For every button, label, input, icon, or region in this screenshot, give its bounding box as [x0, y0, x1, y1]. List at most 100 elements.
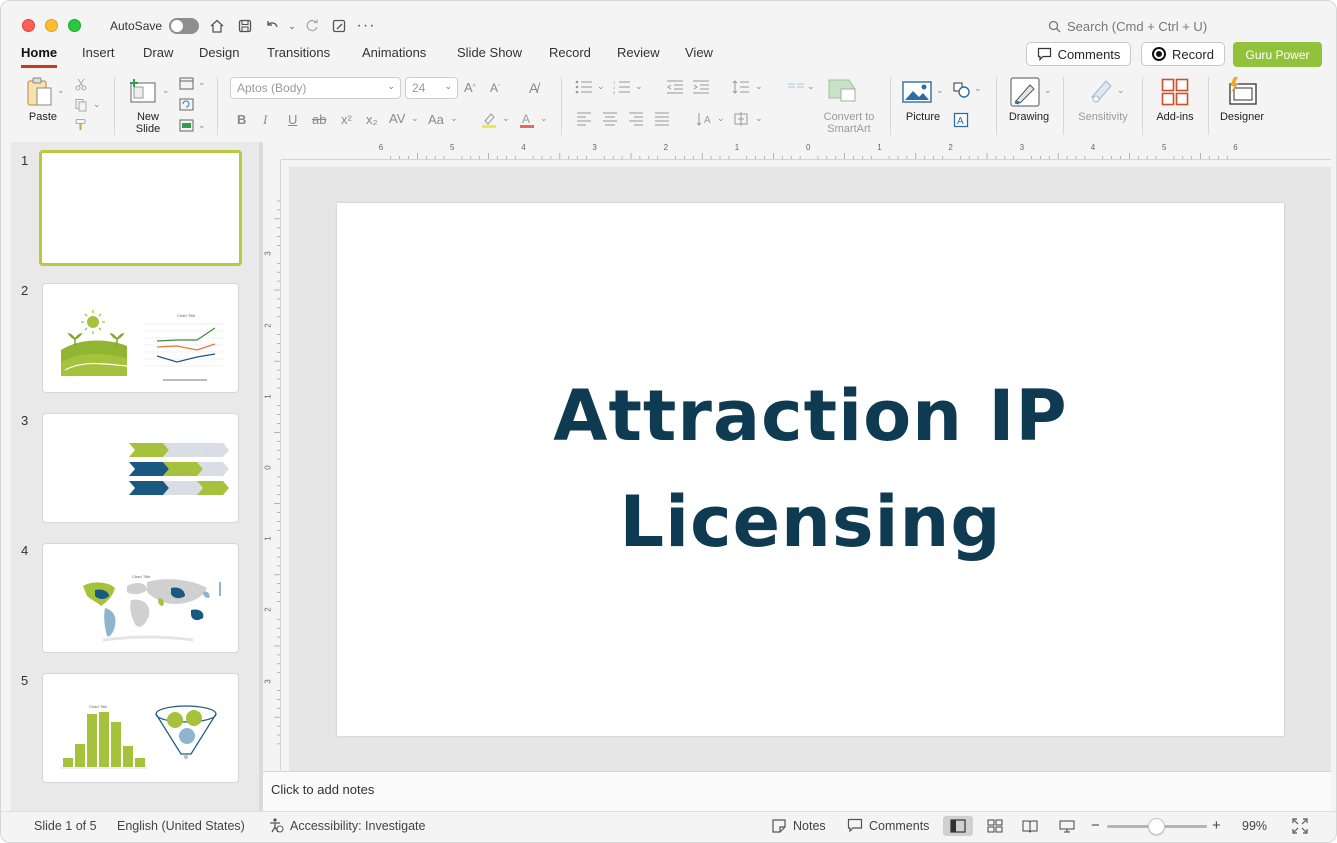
picture-icon[interactable]: [901, 78, 933, 106]
slide-sorter-button[interactable]: [980, 816, 1010, 836]
superscript-icon[interactable]: x²: [341, 112, 352, 127]
bullets-icon[interactable]: [575, 80, 593, 94]
tab-review[interactable]: Review: [617, 45, 660, 65]
align-left-icon[interactable]: [576, 112, 592, 126]
align-center-icon[interactable]: [602, 112, 618, 126]
notes-icon[interactable]: [771, 818, 787, 836]
slide-thumbnail-4[interactable]: Chart Title: [42, 543, 239, 653]
chevron-down-icon[interactable]: ⌄: [717, 113, 725, 124]
slide-thumbnails-pane[interactable]: 1 2 Chart Title 3 4 Chart Title 5 Chart …: [11, 142, 259, 811]
copy-icon[interactable]: [73, 97, 89, 113]
justify-icon[interactable]: [654, 112, 670, 126]
slide-thumbnail-3[interactable]: [42, 413, 239, 523]
chevron-down-icon[interactable]: ⌄: [597, 81, 605, 92]
tab-draw[interactable]: Draw: [143, 45, 173, 65]
autosave-toggle[interactable]: [169, 18, 199, 34]
notes-pane[interactable]: Click to add notes: [263, 771, 1331, 811]
accessibility-status[interactable]: Accessibility: Investigate: [290, 819, 425, 833]
notes-toggle[interactable]: Notes: [793, 819, 826, 833]
comments-button[interactable]: Comments: [1026, 42, 1131, 66]
font-name-select[interactable]: Aptos (Body) ⌄: [230, 77, 401, 99]
search-box[interactable]: Search (Cmd + Ctrl + U): [1048, 19, 1207, 34]
layout-icon[interactable]: [178, 76, 194, 90]
close-window-button[interactable]: [22, 19, 35, 32]
new-slide-icon[interactable]: [127, 75, 159, 107]
sensitivity-dropdown-icon[interactable]: ⌄: [1117, 85, 1125, 96]
chevron-down-icon[interactable]: ⌄: [411, 113, 419, 124]
new-slide-dropdown-icon[interactable]: ⌄: [162, 85, 170, 96]
tab-home[interactable]: Home: [21, 45, 58, 68]
tab-transitions[interactable]: Transitions: [267, 45, 330, 65]
chevron-down-icon[interactable]: ⌄: [635, 81, 643, 92]
tab-design[interactable]: Design: [199, 45, 239, 65]
bold-icon[interactable]: B: [237, 112, 246, 127]
chevron-down-icon[interactable]: ⌄: [807, 81, 815, 92]
comments-icon[interactable]: [847, 818, 863, 836]
highlight-icon[interactable]: [481, 111, 497, 129]
maximize-window-button[interactable]: [68, 19, 81, 32]
tab-slide-show[interactable]: Slide Show: [457, 45, 522, 65]
smartart-icon[interactable]: [827, 77, 859, 103]
comments-toggle[interactable]: Comments: [869, 819, 929, 833]
zoom-slider-handle[interactable]: [1148, 818, 1165, 835]
designer-icon[interactable]: [1225, 75, 1259, 107]
zoom-level[interactable]: 99%: [1242, 819, 1267, 833]
language-indicator[interactable]: English (United States): [117, 819, 245, 833]
sensitivity-icon[interactable]: [1087, 76, 1115, 106]
undo-dropdown-icon[interactable]: ⌄: [282, 16, 302, 36]
italic-icon[interactable]: I: [263, 112, 267, 128]
picture-dropdown-icon[interactable]: ⌄: [936, 85, 944, 96]
text-direction-icon[interactable]: A: [696, 111, 714, 127]
home-icon[interactable]: [207, 16, 227, 36]
save-as-icon[interactable]: [329, 16, 349, 36]
subscript-icon[interactable]: x₂: [366, 112, 378, 127]
paste-icon[interactable]: [23, 75, 57, 109]
shapes-icon[interactable]: [952, 81, 972, 99]
slide-show-button[interactable]: [1052, 816, 1082, 836]
zoom-out-icon[interactable]: −: [1091, 817, 1100, 834]
columns-icon[interactable]: [787, 80, 805, 94]
slide-thumbnail-2[interactable]: Chart Title: [42, 283, 239, 393]
increase-font-size-icon[interactable]: A ^: [464, 80, 476, 95]
increase-indent-icon[interactable]: [692, 80, 710, 94]
more-icon[interactable]: ···: [356, 16, 376, 36]
layout-dropdown-icon[interactable]: ⌄: [198, 77, 206, 88]
reset-slide-icon[interactable]: [178, 97, 194, 111]
chevron-down-icon[interactable]: ⌄: [450, 113, 458, 124]
redo-icon[interactable]: [302, 16, 322, 36]
reading-view-button[interactable]: [1015, 816, 1045, 836]
clear-formatting-icon[interactable]: A̸: [529, 80, 538, 96]
minimize-window-button[interactable]: [45, 19, 58, 32]
format-painter-icon[interactable]: [73, 117, 89, 133]
tab-record[interactable]: Record: [549, 45, 591, 65]
chevron-down-icon[interactable]: ⌄: [502, 113, 510, 124]
section-icon[interactable]: [178, 118, 194, 132]
copy-dropdown-icon[interactable]: ⌄: [93, 99, 101, 110]
character-spacing-icon[interactable]: AV: [389, 111, 405, 126]
section-dropdown-icon[interactable]: ⌄: [198, 120, 206, 131]
undo-icon[interactable]: [262, 16, 282, 36]
numbering-icon[interactable]: 123: [613, 80, 631, 94]
font-color-icon[interactable]: A: [519, 111, 535, 129]
zoom-in-icon[interactable]: +: [1212, 817, 1221, 834]
strikethrough-icon[interactable]: ab: [312, 112, 326, 127]
chevron-down-icon[interactable]: ⌄: [755, 113, 763, 124]
drawing-dropdown-icon[interactable]: ⌄: [1044, 85, 1052, 96]
paste-dropdown-icon[interactable]: ⌄: [57, 85, 65, 96]
line-spacing-icon[interactable]: [732, 79, 750, 95]
accessibility-icon[interactable]: [268, 817, 284, 836]
fit-to-window-icon[interactable]: [1292, 818, 1308, 837]
current-slide[interactable]: Attraction IP Licensing: [337, 203, 1284, 736]
guru-power-button[interactable]: Guru Power: [1233, 42, 1322, 67]
record-button[interactable]: Record: [1141, 42, 1225, 66]
slide-thumbnail-5[interactable]: Chart Title: [42, 673, 239, 783]
decrease-indent-icon[interactable]: [666, 80, 684, 94]
slide-thumbnail-1[interactable]: [39, 150, 242, 266]
decrease-font-size-icon[interactable]: Aˇ: [490, 81, 500, 95]
underline-icon[interactable]: U: [288, 112, 297, 127]
save-icon[interactable]: [235, 16, 255, 36]
chevron-down-icon[interactable]: ⌄: [540, 113, 548, 124]
change-case-icon[interactable]: Aa: [428, 112, 444, 127]
tab-insert[interactable]: Insert: [82, 45, 115, 65]
add-ins-icon[interactable]: [1160, 77, 1190, 107]
